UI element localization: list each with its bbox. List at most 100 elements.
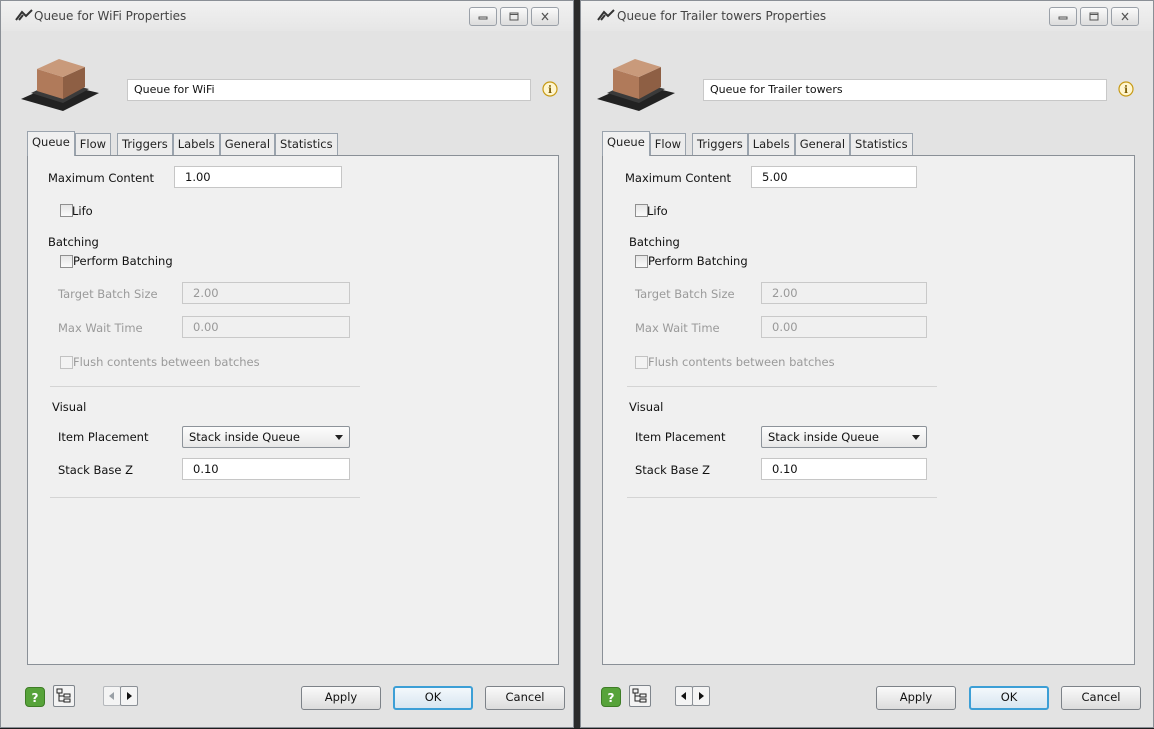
- item-placement-select[interactable]: Stack inside Queue: [182, 426, 350, 448]
- close-button[interactable]: [531, 7, 559, 26]
- tab-queue[interactable]: Queue: [602, 131, 650, 156]
- next-button[interactable]: [120, 686, 138, 706]
- title-bar[interactable]: Queue for Trailer towers Properties: [581, 1, 1153, 31]
- batching-heading: Batching: [629, 235, 680, 249]
- visual-heading: Visual: [629, 400, 664, 414]
- minimize-button[interactable]: [469, 7, 497, 26]
- max-wait-time-input: 0.00: [761, 316, 927, 338]
- tree-view-icon[interactable]: [629, 685, 651, 707]
- close-button[interactable]: [1111, 7, 1139, 26]
- dropdown-arrow-icon: [335, 435, 343, 440]
- svg-text:?: ?: [608, 691, 615, 705]
- visual-heading: Visual: [52, 400, 87, 414]
- target-batch-size-input: 2.00: [761, 282, 927, 304]
- flush-contents-checkbox: [60, 356, 73, 369]
- svg-text:i: i: [548, 85, 552, 96]
- perform-batching-label: Perform Batching: [73, 254, 173, 268]
- help-icon[interactable]: ?: [601, 687, 621, 707]
- svg-text:?: ?: [32, 691, 39, 705]
- arrow-left-icon: [681, 692, 686, 700]
- queue-tab-panel: Maximum Content 1.00 Lifo Batching Perfo…: [27, 155, 559, 665]
- queue-box-icon: [597, 59, 675, 111]
- stack-base-z-label: Stack Base Z: [635, 463, 711, 477]
- tab-triggers[interactable]: Triggers: [692, 133, 748, 155]
- ok-button[interactable]: OK: [393, 686, 473, 710]
- tree-icon: [632, 688, 647, 703]
- tab-strip: Queue Flow Triggers Labels General Stati…: [602, 131, 913, 156]
- item-placement-label: Item Placement: [635, 430, 726, 444]
- maximize-button[interactable]: [500, 7, 528, 26]
- info-icon[interactable]: i: [542, 81, 558, 97]
- tree-icon: [56, 688, 71, 703]
- tab-labels[interactable]: Labels: [747, 133, 795, 155]
- queue-tab-panel: Maximum Content 5.00 Lifo Batching Perfo…: [602, 155, 1135, 665]
- max-content-label: Maximum Content: [48, 171, 155, 185]
- maximize-icon: [1089, 12, 1099, 21]
- window-title: Queue for WiFi Properties: [34, 9, 187, 23]
- item-placement-select[interactable]: Stack inside Queue: [761, 426, 927, 448]
- properties-window-left: Queue for WiFi Properties Queue for WiFi…: [0, 0, 574, 728]
- help-icon[interactable]: ?: [25, 687, 45, 707]
- lifo-label: Lifo: [647, 204, 668, 218]
- queue-box-icon: [21, 59, 99, 111]
- arrow-left-icon: [109, 692, 114, 700]
- title-bar[interactable]: Queue for WiFi Properties: [1, 1, 573, 31]
- tab-statistics[interactable]: Statistics: [850, 133, 913, 155]
- max-wait-time-label: Max Wait Time: [58, 321, 143, 335]
- minimize-button[interactable]: [1049, 7, 1077, 26]
- apply-button[interactable]: Apply: [301, 686, 381, 710]
- separator: [627, 497, 937, 498]
- stack-base-z-input[interactable]: 0.10: [761, 458, 927, 480]
- info-icon[interactable]: i: [1118, 81, 1134, 97]
- object-name-input[interactable]: Queue for Trailer towers: [703, 79, 1107, 101]
- target-batch-size-input: 2.00: [182, 282, 350, 304]
- item-placement-value: Stack inside Queue: [768, 430, 879, 444]
- maximize-button[interactable]: [1080, 7, 1108, 26]
- perform-batching-checkbox[interactable]: [635, 255, 648, 268]
- question-mark-icon: ?: [32, 691, 39, 705]
- previous-button[interactable]: [675, 686, 693, 706]
- tab-triggers[interactable]: Triggers: [117, 133, 173, 155]
- item-placement-value: Stack inside Queue: [189, 430, 300, 444]
- apply-button[interactable]: Apply: [876, 686, 956, 710]
- separator: [50, 386, 360, 387]
- window-title: Queue for Trailer towers Properties: [617, 9, 827, 23]
- separator: [627, 386, 937, 387]
- object-name-input[interactable]: Queue for WiFi: [127, 79, 531, 101]
- previous-button[interactable]: [103, 686, 121, 706]
- max-content-input[interactable]: 1.00: [174, 166, 342, 188]
- arrow-right-icon: [127, 692, 132, 700]
- perform-batching-checkbox[interactable]: [60, 255, 73, 268]
- stack-base-z-input[interactable]: 0.10: [182, 458, 350, 480]
- next-button[interactable]: [692, 686, 710, 706]
- bottom-bar: ? Apply OK Cancel: [581, 667, 1153, 729]
- dropdown-arrow-icon: [912, 435, 920, 440]
- tab-flow[interactable]: Flow: [74, 133, 112, 155]
- tab-queue[interactable]: Queue: [27, 131, 75, 156]
- lifo-label: Lifo: [72, 204, 93, 218]
- arrow-right-icon: [699, 692, 704, 700]
- target-batch-size-label: Target Batch Size: [58, 287, 158, 301]
- batching-heading: Batching: [48, 235, 99, 249]
- flush-contents-checkbox: [635, 356, 648, 369]
- item-placement-label: Item Placement: [58, 430, 149, 444]
- minimize-icon: [1058, 16, 1068, 19]
- flush-contents-label: Flush contents between batches: [73, 355, 260, 369]
- perform-batching-label: Perform Batching: [648, 254, 748, 268]
- ok-button[interactable]: OK: [969, 686, 1049, 710]
- tree-view-icon[interactable]: [53, 685, 75, 707]
- target-batch-size-label: Target Batch Size: [635, 287, 735, 301]
- max-content-input[interactable]: 5.00: [751, 166, 917, 188]
- tab-general[interactable]: General: [794, 133, 851, 155]
- tab-statistics[interactable]: Statistics: [275, 133, 338, 155]
- close-icon: [541, 12, 549, 21]
- tab-flow[interactable]: Flow: [649, 133, 687, 155]
- maximize-icon: [509, 12, 519, 21]
- flush-contents-label: Flush contents between batches: [648, 355, 835, 369]
- cancel-button[interactable]: Cancel: [485, 686, 565, 710]
- cancel-button[interactable]: Cancel: [1061, 686, 1141, 710]
- max-wait-time-input: 0.00: [182, 316, 350, 338]
- tab-labels[interactable]: Labels: [172, 133, 220, 155]
- max-content-label: Maximum Content: [625, 171, 732, 185]
- tab-general[interactable]: General: [219, 133, 276, 155]
